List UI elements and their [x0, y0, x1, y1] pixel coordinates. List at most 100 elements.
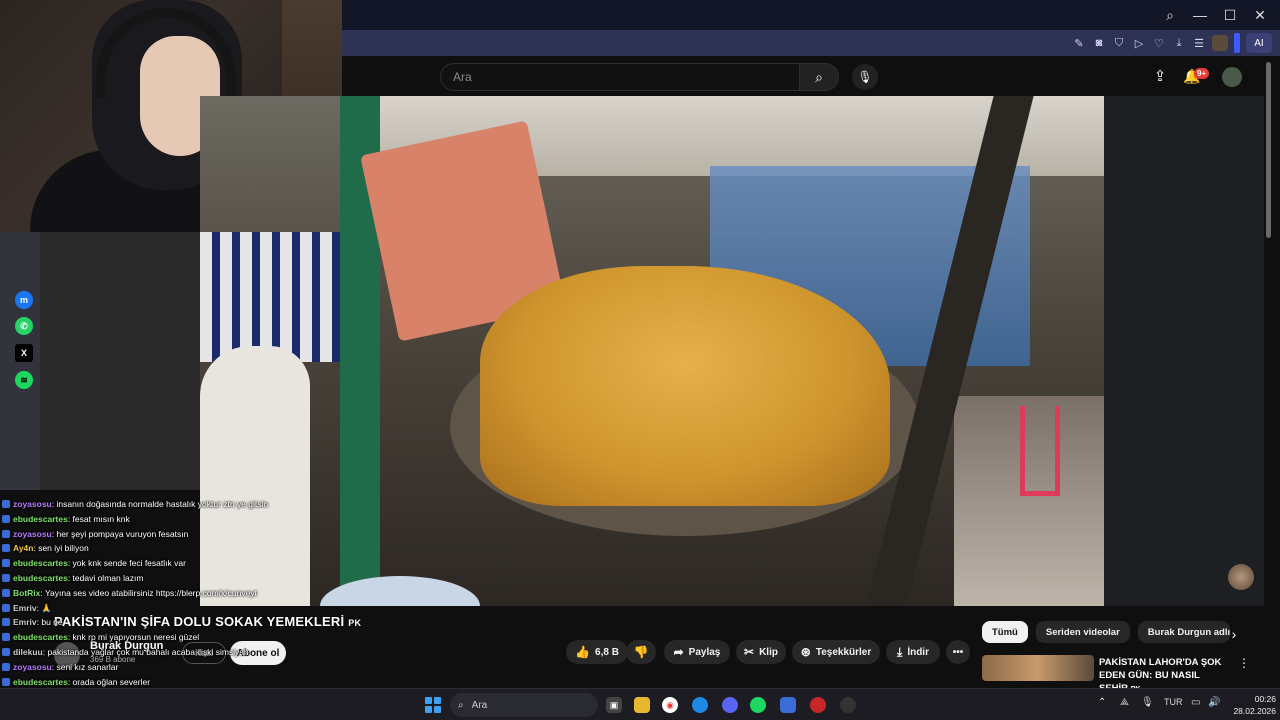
upload-icon[interactable]: ⇪	[1150, 66, 1170, 86]
spotify-taskbar-icon[interactable]	[750, 697, 766, 713]
chrome-icon[interactable]: ◉	[662, 697, 678, 713]
minimize-icon[interactable]: —	[1188, 3, 1212, 27]
chat-badge-icon	[2, 603, 10, 612]
display-icon[interactable]: ▭	[1191, 697, 1200, 708]
thanks-button[interactable]: ⊛ Teşekkürler	[792, 640, 880, 664]
chat-username[interactable]: ebudescartes	[13, 632, 68, 642]
youtube-header: Ara ⌕ 🎙 ⇪ 🔔 9+	[342, 56, 1280, 96]
chat-username[interactable]: ebudescartes	[13, 558, 68, 568]
kebab-menu-icon[interactable]: ⋮	[1238, 656, 1250, 670]
volume-icon[interactable]: 🔊	[1208, 697, 1220, 708]
language-indicator[interactable]: TUR	[1164, 697, 1183, 707]
mic-tray-icon[interactable]: 🎙	[1141, 697, 1154, 708]
obs-icon[interactable]	[840, 697, 856, 713]
taskbar-search[interactable]: ⌕ Ara	[450, 693, 598, 717]
chat-message: Emriv: 🙏	[2, 602, 52, 614]
ai-label: AI	[1254, 37, 1264, 49]
maximize-icon[interactable]: ☐	[1218, 3, 1242, 27]
chat-text: : sen iyi biliyon	[33, 543, 89, 554]
chat-username[interactable]: ebudescartes	[13, 573, 68, 583]
clock-time: 00:26	[1254, 694, 1276, 704]
like-button[interactable]: 👍 6,8 B	[566, 640, 628, 664]
discord-icon[interactable]	[722, 697, 738, 713]
close-icon[interactable]: ✕	[1248, 3, 1272, 27]
chat-text: : pakistanda yağlar çok mu bahalı acaba …	[42, 647, 249, 657]
chat-username[interactable]: ebudescartes	[13, 677, 68, 687]
clip-button[interactable]: ✂ Klip	[736, 640, 786, 664]
chat-badge-icon	[2, 574, 10, 582]
chip-all[interactable]: Tümü	[982, 621, 1028, 643]
recommended-video-thumbnail[interactable]	[982, 655, 1094, 681]
chat-username[interactable]: zoyasosu	[13, 662, 52, 672]
download-icon[interactable]: ⤓	[1172, 36, 1186, 50]
chat-message: zoyasosu: insanın doğasında normalde has…	[2, 498, 268, 510]
taskbar-search-icon: ⌕	[458, 699, 464, 711]
chat-text: : 🙏	[36, 602, 52, 613]
file-explorer-icon[interactable]	[634, 697, 650, 713]
edit-icon[interactable]: ✎	[1072, 36, 1086, 50]
chat-username[interactable]: zoyasosu	[13, 499, 52, 509]
app-icon[interactable]	[780, 697, 796, 713]
thanks-icon: ⊛	[800, 645, 811, 659]
chat-username[interactable]: Emriv	[13, 603, 37, 613]
download-arrow-icon: ⤓	[897, 644, 903, 659]
floating-avatar[interactable]	[1228, 564, 1254, 590]
windows-start-icon[interactable]	[425, 697, 441, 713]
play-icon[interactable]: ▷	[1132, 36, 1146, 50]
browser-titlebar: ⌕ — ☐ ✕	[342, 0, 1280, 30]
stream-chat: zoyasosu: insanın doğasında normalde has…	[2, 486, 382, 720]
spotify-icon[interactable]: ≋	[15, 371, 33, 389]
account-avatar[interactable]	[1222, 67, 1242, 87]
share-label: Paylaş	[688, 646, 721, 658]
more-actions-button[interactable]: •••	[946, 640, 970, 664]
windows-taskbar: ⌕ Ara ▣ ◉ ⌃ ⟁ 🎙 TUR ▭ 🔊 00:26 28.02.2026	[0, 688, 1280, 720]
heart-icon[interactable]: ♡	[1152, 36, 1166, 50]
like-count: 6,8 B	[595, 646, 619, 658]
chat-text: : yok knk sende feci fesatlık var	[67, 558, 186, 569]
opera-icon[interactable]	[810, 697, 826, 713]
browser-toolbar: ✎ ◙ ⛉ ▷ ♡ ⤓ ☰ AI	[342, 30, 1280, 56]
sidebar-accent	[1234, 33, 1240, 53]
search-placeholder: Ara	[453, 70, 472, 84]
chat-username[interactable]: ebudescartes	[13, 514, 68, 524]
messenger-icon[interactable]: m	[15, 291, 33, 309]
chat-username[interactable]: BotRix	[13, 588, 40, 598]
right-panel	[1104, 96, 1264, 606]
microphone-icon[interactable]: 🎙	[852, 64, 878, 90]
chip-series[interactable]: Seriden videolar	[1035, 621, 1130, 643]
camera-icon[interactable]: ◙	[1092, 36, 1106, 50]
chat-badge-icon	[2, 529, 10, 538]
taskbar-clock[interactable]: 00:26 28.02.2026	[1226, 693, 1276, 717]
shield-icon[interactable]: ⛉	[1112, 36, 1126, 50]
chat-message: BotRix: Yayına ses video atabilirsiniz h…	[2, 587, 257, 599]
share-button[interactable]: ➦ Paylaş	[664, 640, 730, 664]
download-button[interactable]: ⤓ İndir	[886, 640, 940, 664]
page-scrollbar[interactable]	[1266, 62, 1271, 238]
dislike-button[interactable]: 👎	[626, 640, 656, 664]
search-input[interactable]: Ara	[440, 63, 800, 91]
extension-icon[interactable]	[1212, 35, 1228, 51]
ai-button[interactable]: AI	[1246, 33, 1272, 53]
menu-icon[interactable]: ☰	[1192, 36, 1206, 50]
chat-username[interactable]: zoyasosu	[13, 529, 52, 539]
chevron-right-icon[interactable]: ›	[1224, 624, 1244, 644]
wifi-icon[interactable]: ⟁	[1120, 697, 1129, 708]
chat-username[interactable]: Ay4n	[13, 543, 33, 553]
browser-search-icon[interactable]: ⌕	[1158, 3, 1182, 27]
clock-date: 28.02.2026	[1233, 706, 1276, 716]
notification-badge: 9+	[1194, 68, 1210, 79]
x-icon[interactable]: X	[15, 344, 33, 362]
chat-username[interactable]: Emriv	[13, 617, 37, 627]
chat-badge-icon	[2, 648, 10, 656]
edge-icon[interactable]	[692, 697, 708, 713]
chevron-up-icon[interactable]: ⌃	[1098, 697, 1106, 708]
whatsapp-icon[interactable]: ✆	[15, 317, 33, 335]
chip-channel[interactable]: Burak Durgun adlı yü	[1137, 621, 1230, 643]
chat-text: : insanın doğasında normalde hastalık yo…	[51, 499, 269, 509]
chat-message: ebudescartes: yok knk sende feci fesatlı…	[2, 557, 186, 569]
chat-username[interactable]: dilekuu	[13, 647, 43, 657]
chat-badge-icon	[2, 662, 10, 671]
task-view-icon[interactable]: ▣	[606, 697, 622, 713]
search-icon[interactable]: ⌕	[799, 63, 839, 91]
thumbs-up-icon: 👍	[575, 645, 591, 659]
